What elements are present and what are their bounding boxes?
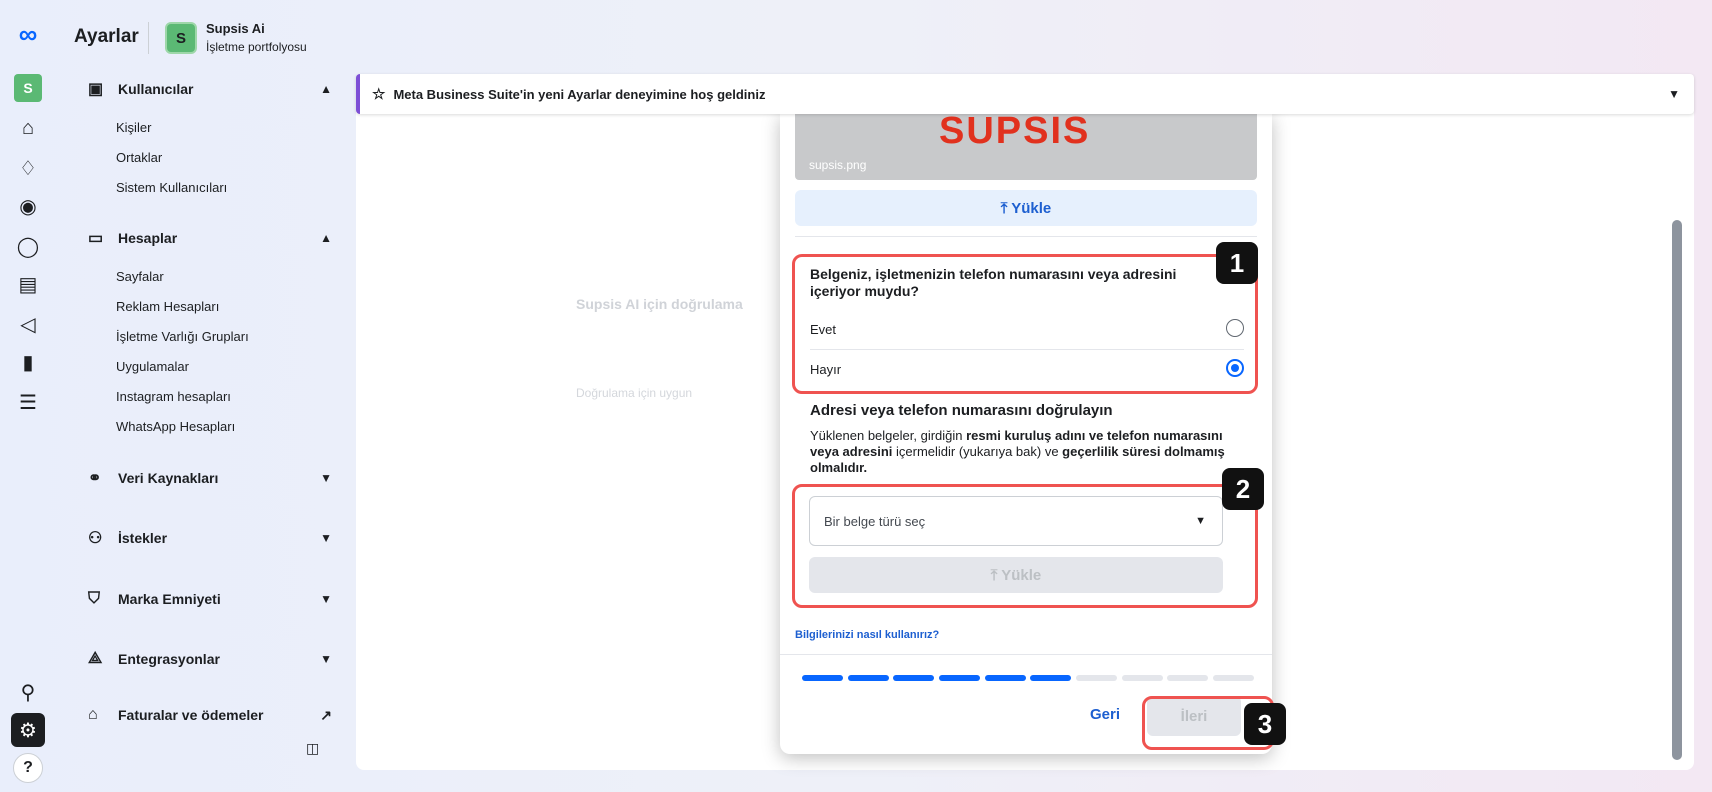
sidebar-item-instagram[interactable]: Instagram hesapları xyxy=(116,389,231,404)
progress-segment xyxy=(1121,675,1163,681)
progress-segment xyxy=(939,675,980,681)
sidebar-item-asset-groups[interactable]: İşletme Varlığı Grupları xyxy=(116,329,249,344)
back-button[interactable]: Geri xyxy=(1090,706,1120,723)
left-rail: ∞ S ⌂ ♢ ◉ ◯ ▤ ◁ ▮ ☰ ⚲ ⚙ ? xyxy=(0,0,56,792)
bell-icon[interactable]: ♢ xyxy=(14,154,42,182)
users-icon: ▣ xyxy=(88,81,104,98)
progress-segment xyxy=(984,675,1026,681)
sidebar-section-brand-safety[interactable]: ⛉ Marka Emniyeti ▼ xyxy=(80,584,332,614)
sidebar-section-data-sources[interactable]: ⚭ Veri Kaynakları ▼ xyxy=(80,463,332,493)
file-name: supsis.png xyxy=(809,158,867,172)
help-icon[interactable]: ? xyxy=(13,753,43,783)
sidebar-item-partners[interactable]: Ortaklar xyxy=(116,150,162,165)
annotation-badge-3: 3 xyxy=(1244,703,1286,745)
verify-description: Yüklenen belgeler, girdiğin resmi kurulu… xyxy=(810,428,1230,476)
sidebar-section-label: Marka Emniyeti xyxy=(118,591,221,607)
scrollbar[interactable] xyxy=(1672,220,1682,760)
page-title: Ayarlar xyxy=(74,26,139,47)
banner-text: Meta Business Suite'in yeni Ayarlar dene… xyxy=(393,86,766,102)
search-icon[interactable]: ⚲ xyxy=(14,678,42,706)
background-eligible: Doğrulama için uygun xyxy=(576,386,693,400)
annotation-badge-1: 1 xyxy=(1216,242,1258,284)
sidebar-section-label: Faturalar ve ödemeler xyxy=(118,707,264,723)
integrations-icon: ⟁ xyxy=(88,650,103,667)
sidebar-item-apps[interactable]: Uygulamalar xyxy=(116,359,189,374)
home-icon[interactable]: ⌂ xyxy=(14,114,42,142)
sidebar-section-billing[interactable]: ⌂ Faturalar ve ödemeler ↗ xyxy=(80,700,332,730)
welcome-banner[interactable]: ☆ Meta Business Suite'in yeni Ayarlar de… xyxy=(356,74,1694,114)
sidebar-section-label: İstekler xyxy=(118,530,168,546)
uploaded-image-preview: SUPSIS supsis.png xyxy=(795,114,1257,180)
sidebar-section-label: Kullanıcılar xyxy=(118,81,194,97)
sidebar-section-label: Entegrasyonlar xyxy=(118,651,220,667)
business-logo[interactable]: S xyxy=(165,22,197,54)
verification-dialog: SUPSIS supsis.png ⤒ Yükle Belgeniz, işle… xyxy=(780,114,1272,754)
chevron-up-icon: ▲ xyxy=(320,231,332,245)
chevron-up-icon: ▲ xyxy=(320,82,332,96)
progress-segment xyxy=(1213,675,1254,681)
menu-icon[interactable]: ☰ xyxy=(14,388,42,416)
pages-icon[interactable]: ▤ xyxy=(14,270,42,298)
external-link-icon: ↗ xyxy=(320,706,332,723)
requests-icon: ⚇ xyxy=(88,530,103,547)
logo-fragment: SUPSIS xyxy=(939,114,1091,152)
sidebar-section-label: Veri Kaynakları xyxy=(118,470,219,486)
sidebar-item-whatsapp[interactable]: WhatsApp Hesapları xyxy=(116,419,235,434)
progress-segment xyxy=(1030,675,1072,681)
insights-icon[interactable]: ▮ xyxy=(14,348,42,376)
progress-segment xyxy=(1167,675,1209,681)
sidebar-item-ad-accounts[interactable]: Reklam Hesapları xyxy=(116,299,219,314)
sidebar-section-requests[interactable]: ⚇ İstekler ▼ xyxy=(80,523,332,553)
progress-bar xyxy=(802,675,1254,681)
star-icon: ☆ xyxy=(372,86,386,103)
compass-icon[interactable]: ◉ xyxy=(14,192,42,220)
megaphone-icon[interactable]: ◁ xyxy=(14,310,42,338)
sidebar-section-integrations[interactable]: ⟁ Entegrasyonlar ▼ xyxy=(80,644,332,674)
data-sources-icon: ⚭ xyxy=(88,470,102,487)
info-link[interactable]: Bilgilerinizi nasıl kullanırız? xyxy=(795,629,939,641)
progress-segment xyxy=(847,675,889,681)
accounts-icon: ▭ xyxy=(88,230,104,247)
business-type: İşletme portfolyosu xyxy=(206,40,307,54)
sidebar-section-accounts[interactable]: ▭ Hesaplar ▲ xyxy=(80,223,332,253)
bank-icon: ⌂ xyxy=(88,706,98,723)
chat-icon[interactable]: ◯ xyxy=(14,232,42,260)
header-divider xyxy=(148,22,149,54)
progress-segment xyxy=(1076,675,1117,681)
gear-icon[interactable]: ⚙ xyxy=(11,713,45,747)
highlight-box-2 xyxy=(792,484,1258,608)
chevron-down-icon: ▼ xyxy=(320,652,332,666)
chevron-down-icon[interactable]: ▼ xyxy=(1668,87,1680,101)
chevron-down-icon: ▼ xyxy=(320,531,332,545)
sidebar-item-pages[interactable]: Sayfalar xyxy=(116,269,164,284)
shield-icon: ⛉ xyxy=(88,590,101,607)
business-name[interactable]: Supsis Ai xyxy=(206,21,265,36)
chevron-down-icon: ▼ xyxy=(320,471,332,485)
progress-segment xyxy=(802,675,843,681)
desc-text: Yüklenen belgeler, girdiğin xyxy=(810,428,967,443)
progress-segment xyxy=(893,675,935,681)
sidebar-item-system-users[interactable]: Sistem Kullanıcıları xyxy=(116,180,227,195)
divider xyxy=(795,236,1257,237)
sidebar-section-users[interactable]: ▣ Kullanıcılar ▲ xyxy=(80,74,332,104)
background-verify-title: Supsis AI için doğrulama xyxy=(576,296,743,312)
collapse-sidebar-icon[interactable]: ◫ xyxy=(306,740,319,757)
sidebar-section-label: Hesaplar xyxy=(118,230,178,246)
annotation-badge-2: 2 xyxy=(1222,468,1264,510)
divider xyxy=(780,654,1272,655)
chevron-down-icon: ▼ xyxy=(320,592,332,606)
highlight-box-1 xyxy=(792,254,1258,394)
meta-logo-icon[interactable]: ∞ xyxy=(10,19,46,49)
upload-button[interactable]: ⤒ Yükle xyxy=(795,190,1257,226)
business-avatar[interactable]: S xyxy=(14,74,42,102)
sidebar-item-people[interactable]: Kişiler xyxy=(116,120,151,135)
verify-heading: Adresi veya telefon numarasını doğrulayı… xyxy=(810,402,1113,419)
desc-text: içermelidir (yukarıya bak) ve xyxy=(892,444,1063,459)
